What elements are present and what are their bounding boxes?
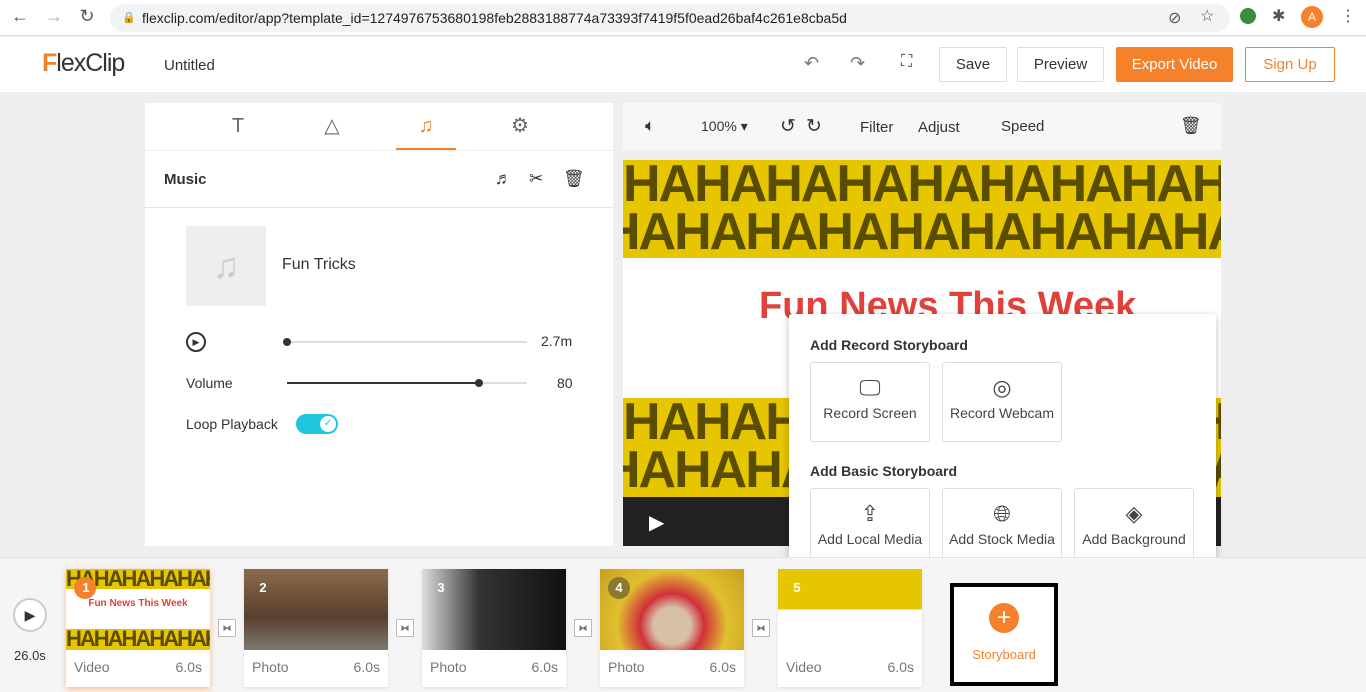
add-music-icon[interactable]: ♬ xyxy=(495,169,512,189)
zoom-select[interactable]: 100% ▾ xyxy=(701,118,748,135)
filter-button[interactable]: Filter xyxy=(860,119,893,136)
music-panel: T △ ♫ ⚙ Music ♬ ✂ 🗑 ♫ Fun Tricks ▶ 2.7m … xyxy=(145,103,613,546)
adjust-button[interactable]: Adjust xyxy=(918,119,960,136)
play-icon[interactable]: ▶ xyxy=(186,332,206,352)
url-text: flexclip.com/editor/app?template_id=1274… xyxy=(142,10,847,26)
back-icon[interactable]: ← xyxy=(8,6,32,27)
section-title: Music xyxy=(164,171,207,188)
volume-value: 80 xyxy=(557,375,573,391)
duration: 2.7m xyxy=(541,333,573,349)
export-video-button[interactable]: Export Video xyxy=(1116,47,1233,82)
music-icon: ♫ xyxy=(418,115,434,137)
menu-icon[interactable]: ⋮ xyxy=(1340,6,1356,26)
storyboard-label: Storyboard xyxy=(972,647,1036,662)
lock-icon: 🔒 xyxy=(122,12,136,24)
rotate-left-icon[interactable]: ↺ xyxy=(780,115,796,138)
save-button[interactable]: Save xyxy=(939,47,1007,82)
loop-toggle[interactable]: ✓ xyxy=(296,414,338,434)
sign-up-button[interactable]: Sign Up xyxy=(1245,47,1335,82)
record-screen-button[interactable]: 🖵 Record Screen xyxy=(810,362,930,442)
transition-button[interactable]: ⧓ xyxy=(396,619,414,637)
speed-button[interactable]: Speed xyxy=(1001,118,1044,135)
avatar[interactable]: A xyxy=(1301,6,1323,28)
forward-icon[interactable]: → xyxy=(42,6,66,27)
add-storyboard-button[interactable]: + Storyboard xyxy=(950,583,1058,686)
globe-icon: 🌐︎ xyxy=(993,501,1011,526)
volume-label: Volume xyxy=(186,375,233,391)
record-webcam-button[interactable]: ◎ Record Webcam xyxy=(942,362,1062,442)
elements-tab[interactable]: △ xyxy=(302,103,362,150)
fullscreen-icon[interactable]: ⛶ xyxy=(901,53,912,71)
track-name: Fun Tricks xyxy=(282,256,356,273)
redo-icon[interactable]: ↷ xyxy=(850,53,865,74)
trash-icon[interactable]: 🗑 xyxy=(1180,116,1202,136)
upload-icon: ⇪ xyxy=(860,501,880,526)
add-background-button[interactable]: ◈ Add Background xyxy=(1074,488,1194,568)
add-storyboard-popup: Add Record Storyboard 🖵 Record Screen ◎ Re… xyxy=(789,314,1216,588)
settings-tab[interactable]: ⚙ xyxy=(490,103,550,150)
rotate-right-icon[interactable]: ↻ xyxy=(806,115,822,138)
loop-label: Loop Playback xyxy=(186,416,278,432)
transition-button[interactable]: ⧓ xyxy=(218,619,236,637)
clip-2[interactable]: 2 Photo 6.0s xyxy=(244,569,388,687)
trash-icon[interactable]: 🗑 xyxy=(563,169,585,189)
preview-button[interactable]: Preview xyxy=(1017,47,1104,82)
webcam-icon: ◎ xyxy=(992,375,1012,400)
record-section-title: Add Record Storyboard xyxy=(810,337,968,353)
puzzle-icon[interactable]: ✱ xyxy=(1272,6,1285,26)
elements-icon: △ xyxy=(324,115,340,137)
transition-button[interactable]: ⧓ xyxy=(574,619,592,637)
clip-4[interactable]: 4 Photo 6.0s xyxy=(600,569,744,687)
progress-slider[interactable] xyxy=(283,338,527,346)
address-bar[interactable]: 🔒 flexclip.com/editor/app?template_id=127… xyxy=(110,4,1230,32)
music-thumbnail: ♫ xyxy=(186,226,266,306)
play-icon[interactable]: ▶ xyxy=(649,510,664,535)
undo-icon[interactable]: ↶ xyxy=(804,53,819,74)
gear-icon: ⚙ xyxy=(511,115,529,137)
timeline: ▶ 26.0s HAHAHAHAHAHAHAHAHAFun News This … xyxy=(0,557,1366,692)
add-stock-media-button[interactable]: 🌐︎ Add Stock Media xyxy=(942,488,1062,568)
zoom-value: 100% xyxy=(701,118,737,134)
extension-icon[interactable] xyxy=(1240,8,1256,24)
paint-bucket-icon: ◈ xyxy=(1125,501,1143,526)
speaker-icon[interactable]: 🔈︎ xyxy=(645,116,655,136)
play-all-button[interactable]: ▶ xyxy=(13,598,47,632)
transition-button[interactable]: ⧓ xyxy=(752,619,770,637)
total-duration: 26.0s xyxy=(14,648,46,663)
music-tab[interactable]: ♫ xyxy=(396,103,456,150)
eye-off-icon[interactable]: ⊘ xyxy=(1168,8,1181,28)
plus-icon: + xyxy=(989,603,1019,633)
clip-3[interactable]: 3 Photo 6.0s xyxy=(422,569,566,687)
clip-5[interactable]: 5 Video 6.0s xyxy=(778,569,922,687)
basic-section-title: Add Basic Storyboard xyxy=(810,463,958,479)
project-title[interactable]: Untitled xyxy=(164,57,215,74)
volume-slider[interactable] xyxy=(287,379,527,387)
video-pattern-top: HAHAHAHAHAHAHAHAHA HAHAHAHAHAHAHAHAHA xyxy=(623,160,1221,258)
app-header: FlexClip Untitled ↶ ↷ ⛶ Save Preview Exp… xyxy=(0,37,1366,92)
browser-toolbar: ← → ↻ 🔒 flexclip.com/editor/app?template_… xyxy=(0,0,1366,36)
monitor-icon: 🖵 xyxy=(859,375,881,400)
add-local-media-button[interactable]: ⇪ Add Local Media xyxy=(810,488,930,568)
star-icon[interactable]: ☆ xyxy=(1200,6,1214,26)
logo[interactable]: FlexClip xyxy=(42,49,125,78)
reload-icon[interactable]: ↻ xyxy=(75,6,99,27)
preview-toolbar: 🔈︎ 100% ▾ ↺ ↻ Filter Adjust Speed 🗑 xyxy=(623,103,1221,150)
scissors-icon[interactable]: ✂ xyxy=(529,169,543,189)
text-tab[interactable]: T xyxy=(208,103,268,150)
clip-1[interactable]: HAHAHAHAHAHAHAHAHAFun News This WeekHAHA… xyxy=(66,569,210,687)
text-icon: T xyxy=(231,115,245,137)
